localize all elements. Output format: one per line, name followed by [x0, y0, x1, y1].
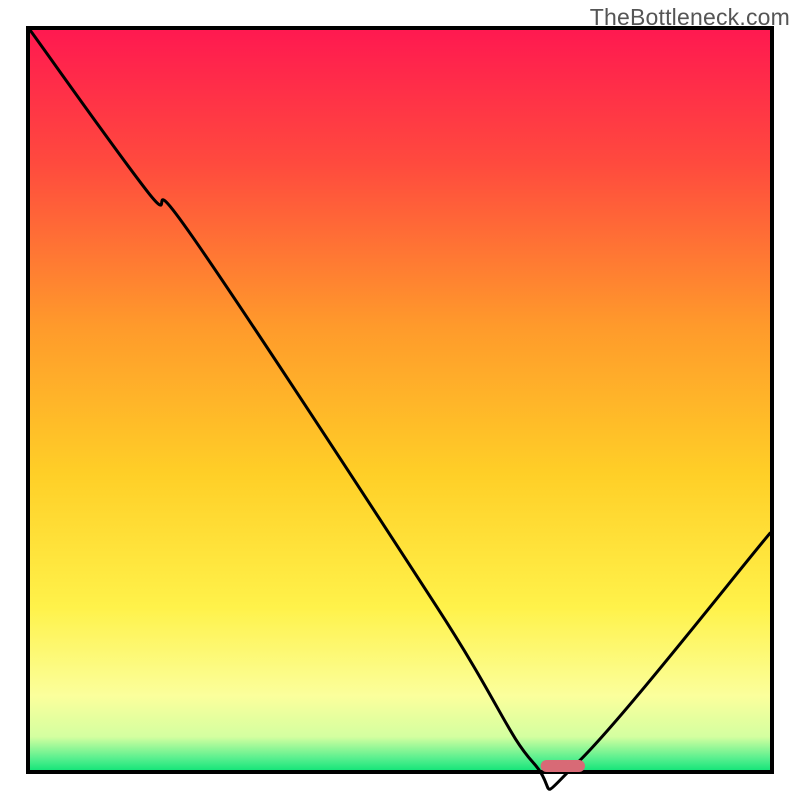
bottleneck-chart [0, 0, 800, 800]
watermark-text: TheBottleneck.com [590, 4, 790, 31]
optimum-marker [541, 760, 585, 772]
chart-frame: TheBottleneck.com [0, 0, 800, 800]
gradient-background [30, 30, 770, 770]
plot-area [28, 28, 772, 789]
